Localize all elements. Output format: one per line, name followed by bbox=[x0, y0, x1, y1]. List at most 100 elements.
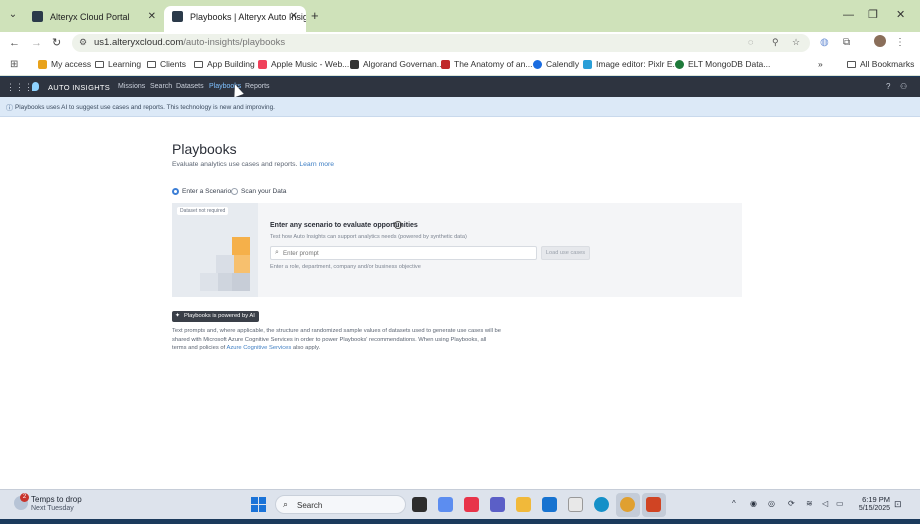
bookmark-algorand[interactable]: Algorand Governan... bbox=[350, 59, 444, 70]
bookmark-app-building[interactable]: App Building bbox=[194, 59, 255, 70]
profile-avatar[interactable] bbox=[874, 35, 886, 47]
folder-icon bbox=[95, 61, 104, 68]
tab-search-icon[interactable]: ⌄ bbox=[6, 8, 20, 22]
volume-icon[interactable]: ◁ bbox=[822, 499, 828, 509]
clock-date[interactable]: 5/15/2025 bbox=[848, 505, 890, 512]
close-window-icon[interactable]: ✕ bbox=[896, 9, 905, 21]
nav-datasets[interactable]: Datasets bbox=[176, 83, 204, 90]
bookmark-my-access[interactable]: My access bbox=[38, 59, 91, 70]
bookmark-calendly[interactable]: Calendly bbox=[533, 59, 579, 70]
nav-missions[interactable]: Missions bbox=[118, 83, 145, 90]
close-tab-icon[interactable]: ✕ bbox=[290, 6, 298, 28]
file-explorer-icon[interactable] bbox=[516, 497, 531, 512]
taskbar-search-label: Search bbox=[297, 501, 323, 510]
anatomy-icon bbox=[441, 60, 450, 69]
battery-icon[interactable]: ▭ bbox=[836, 499, 844, 509]
new-tab-button[interactable]: + bbox=[311, 9, 319, 23]
bookmark-apple-music[interactable]: Apple Music - Web... bbox=[258, 59, 349, 70]
bookmark-star-icon[interactable]: ☆ bbox=[792, 37, 800, 48]
pixlr-icon bbox=[583, 60, 592, 69]
help-icon[interactable]: ? bbox=[886, 82, 890, 91]
windows-taskbar: 2 Temps to drop Next Tuesday ⌕ Search ^ … bbox=[0, 489, 920, 519]
algorand-icon bbox=[350, 60, 359, 69]
card-description: Test how Auto Insights can support analy… bbox=[270, 234, 467, 240]
tab-playbooks[interactable]: Playbooks | Alteryx Auto Insight ✕ bbox=[164, 6, 306, 32]
radio-unselected-icon bbox=[231, 188, 238, 195]
shield-icon[interactable]: ◌ bbox=[748, 37, 753, 47]
slack-icon[interactable] bbox=[568, 497, 583, 512]
reload-icon[interactable]: ↻ bbox=[52, 36, 61, 50]
site-info-icon[interactable]: ⚙ bbox=[79, 37, 87, 48]
bookmark-anatomy[interactable]: The Anatomy of an... bbox=[441, 59, 532, 70]
minimize-icon[interactable]: — bbox=[843, 9, 854, 21]
dataset-badge: Dataset not required bbox=[177, 207, 229, 215]
taskbar-search[interactable]: ⌕ Search bbox=[275, 495, 406, 514]
tab-alteryx-cloud-portal[interactable]: Alteryx Cloud Portal ✕ bbox=[24, 6, 164, 32]
wifi-icon[interactable]: ≋ bbox=[806, 499, 813, 509]
cube-icon bbox=[232, 273, 250, 291]
back-icon[interactable]: ← bbox=[9, 36, 20, 50]
search-icon: ⌕ bbox=[275, 249, 279, 256]
bookmark-clients[interactable]: Clients bbox=[147, 59, 186, 70]
address-bar[interactable]: ⚙ us1.alteryxcloud.com/auto-insights/pla… bbox=[72, 34, 810, 52]
restore-icon[interactable]: ❐ bbox=[868, 9, 878, 21]
cube-icon bbox=[200, 273, 218, 291]
bookmark-learning[interactable]: Learning bbox=[95, 59, 141, 70]
alteryx-favicon-icon bbox=[172, 11, 183, 22]
music-app-icon[interactable] bbox=[464, 497, 479, 512]
scenario-card: Dataset not required Enter any scenario … bbox=[172, 203, 742, 297]
bookmark-mongodb[interactable]: ELT MongoDB Data... bbox=[675, 59, 770, 70]
apps-grid-icon[interactable]: ⊞ bbox=[10, 58, 18, 72]
windows-start-icon[interactable] bbox=[251, 497, 267, 513]
tray-sync-icon[interactable]: ⟳ bbox=[788, 499, 795, 509]
folder-icon bbox=[147, 61, 156, 68]
radio-selected-icon bbox=[172, 188, 179, 195]
nav-search[interactable]: Search bbox=[150, 83, 172, 90]
clock-time[interactable]: 6:19 PM bbox=[856, 495, 890, 504]
edge-icon[interactable] bbox=[594, 497, 609, 512]
chrome-menu-icon[interactable]: ⋮ bbox=[895, 36, 905, 50]
copilot-icon[interactable] bbox=[438, 497, 453, 512]
zoom-icon[interactable]: ⚲ bbox=[772, 37, 779, 48]
weather-widget-icon[interactable]: 2 bbox=[14, 493, 29, 510]
info-icon: ⓘ bbox=[6, 105, 13, 112]
extension-icon[interactable]: ◍ bbox=[820, 36, 829, 50]
weather-badge: 2 bbox=[20, 493, 29, 502]
bookmark-pixlr[interactable]: Image editor: Pixlr E... bbox=[583, 59, 680, 70]
mongodb-icon bbox=[675, 60, 684, 69]
notification-icon[interactable]: ⊡ bbox=[894, 499, 902, 510]
tray-app-icon[interactable]: ◉ bbox=[750, 499, 757, 509]
all-bookmarks[interactable]: All Bookmarks bbox=[847, 59, 914, 70]
apple-music-icon bbox=[258, 60, 267, 69]
weather-subtitle[interactable]: Next Tuesday bbox=[31, 505, 74, 512]
ai-powered-badge: ✦ Playbooks is powered by AI bbox=[172, 311, 259, 322]
prompt-input[interactable] bbox=[283, 248, 533, 259]
scenario-illustration: Dataset not required bbox=[172, 203, 258, 297]
task-view-icon[interactable] bbox=[412, 497, 427, 512]
ai-info-banner: ⓘ Playbooks uses AI to suggest use cases… bbox=[0, 97, 920, 117]
azure-cognitive-services-link[interactable]: Azure Cognitive Services bbox=[226, 345, 291, 351]
outlook-icon[interactable] bbox=[542, 497, 557, 512]
folder-icon bbox=[194, 61, 203, 68]
tab-title: Alteryx Cloud Portal bbox=[50, 12, 130, 22]
app-launcher-grid-icon[interactable]: ⋮⋮⋮ bbox=[6, 82, 33, 92]
close-tab-icon[interactable]: ✕ bbox=[148, 6, 156, 28]
learn-more-link[interactable]: Learn more bbox=[299, 161, 334, 168]
user-icon[interactable]: ⚇ bbox=[900, 82, 907, 91]
chrome-icon[interactable] bbox=[620, 497, 635, 512]
info-icon[interactable]: i bbox=[394, 221, 402, 229]
more-bookmarks-icon[interactable]: » bbox=[818, 59, 823, 70]
weather-title[interactable]: Temps to drop bbox=[31, 495, 82, 504]
extensions-puzzle-icon[interactable]: ⧉ bbox=[843, 36, 850, 50]
forward-icon[interactable]: → bbox=[31, 36, 42, 50]
ai-sparkle-icon: ✦ bbox=[175, 313, 181, 319]
powerpoint-icon[interactable] bbox=[646, 497, 661, 512]
page-title: Playbooks bbox=[172, 141, 237, 157]
radio-scan-data[interactable]: Scan your Data bbox=[231, 188, 286, 195]
teams-icon[interactable] bbox=[490, 497, 505, 512]
tray-app-icon[interactable]: ◎ bbox=[768, 499, 775, 509]
nav-reports[interactable]: Reports bbox=[245, 83, 270, 90]
load-use-cases-button[interactable]: Load use cases bbox=[541, 246, 590, 260]
radio-enter-scenario[interactable]: Enter a Scenario bbox=[172, 188, 231, 195]
tray-overflow-icon[interactable]: ^ bbox=[732, 499, 736, 509]
